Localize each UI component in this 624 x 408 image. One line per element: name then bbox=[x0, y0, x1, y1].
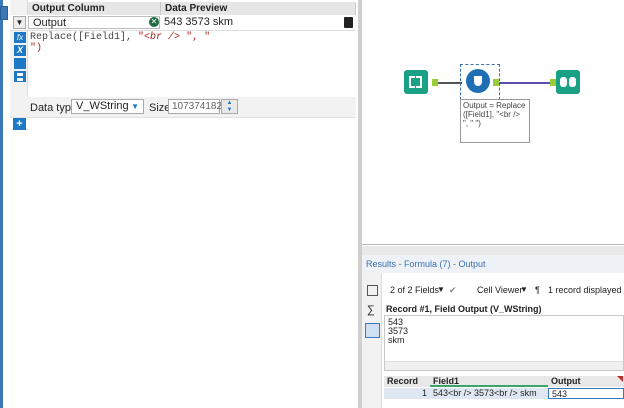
chevron-down-icon[interactable]: ▼ bbox=[13, 16, 26, 29]
fields-dropdown-icon[interactable]: ▼ bbox=[437, 280, 445, 300]
data-type-select[interactable]: V_WString ▼ bbox=[71, 99, 144, 114]
formula-flask-icon[interactable] bbox=[466, 69, 490, 93]
save-icon[interactable] bbox=[14, 71, 26, 82]
record-line: 3573 bbox=[388, 326, 409, 336]
data-view-icon[interactable] bbox=[365, 323, 380, 338]
dropdown-arrow-icon: ▼ bbox=[131, 102, 139, 111]
apply-check-icon[interactable]: ✔ bbox=[449, 280, 457, 300]
table-row-record[interactable]: 1 bbox=[384, 388, 430, 399]
formula-editor[interactable]: Replace([Field1], "<br /> ", " ") bbox=[28, 31, 356, 99]
connection-line-2 bbox=[499, 82, 551, 84]
record-title: Record #1, Field Output (V_WString) bbox=[386, 304, 542, 314]
pilcrow-icon[interactable]: ¶ bbox=[535, 280, 540, 300]
formula-line2: ") bbox=[30, 43, 43, 54]
output-field-select[interactable]: Output bbox=[28, 16, 160, 29]
browse-binoculars-icon[interactable] bbox=[556, 70, 580, 94]
records-count: 1 record displayed bbox=[548, 285, 622, 295]
saved-expressions-icon[interactable] bbox=[14, 58, 26, 69]
size-input[interactable]: 1073741823 bbox=[168, 99, 228, 114]
data-preview-header: Data Preview bbox=[161, 2, 356, 15]
add-expression-button[interactable]: + bbox=[13, 118, 26, 130]
collapse-tab[interactable] bbox=[0, 6, 8, 20]
record-line: skm bbox=[388, 335, 405, 345]
field-changed-flag bbox=[617, 376, 623, 382]
results-title: Results - Formula (7) - Output bbox=[362, 255, 624, 273]
add-row-bar bbox=[10, 117, 356, 129]
results-splitter[interactable] bbox=[362, 246, 624, 255]
cell-viewer-dropdown-icon[interactable]: ▼ bbox=[520, 280, 528, 300]
formula-function: Replace([Field1], bbox=[30, 32, 139, 43]
data-type-value: V_WString bbox=[76, 100, 129, 112]
table-row-output[interactable]: 543 bbox=[548, 388, 624, 399]
table-view-icon[interactable] bbox=[367, 285, 378, 296]
connection-line-1 bbox=[438, 82, 462, 84]
size-stepper[interactable]: ▲ ▼ bbox=[221, 99, 238, 114]
cell-viewer-button[interactable]: Cell Viewer bbox=[477, 280, 522, 300]
valid-check-icon: ✕ bbox=[149, 17, 159, 27]
grid-header-field1[interactable]: Field1 bbox=[430, 376, 548, 387]
grid-header-output[interactable]: Output bbox=[548, 376, 624, 387]
fields-selector[interactable]: 2 of 2 Fields bbox=[390, 280, 439, 300]
metadata-icon[interactable]: ∑ bbox=[367, 305, 378, 316]
data-preview-value: 543 3573 skm bbox=[164, 16, 234, 28]
tool-annotation: Output = Replace ([Field1], "<br /> ", "… bbox=[460, 99, 530, 143]
variable-icon[interactable]: X bbox=[14, 45, 26, 56]
horizontal-scrollbar[interactable] bbox=[385, 361, 623, 370]
grid-header-record[interactable]: Record bbox=[384, 376, 430, 387]
output-column-header: Output Column bbox=[28, 2, 161, 15]
panel-edge bbox=[0, 0, 3, 408]
table-row-field1[interactable]: 543<br /> 3573<br /> skm bbox=[430, 388, 548, 399]
trash-icon[interactable] bbox=[344, 17, 353, 28]
formula-string-rest: ", " bbox=[180, 32, 211, 43]
function-icon[interactable]: fx bbox=[14, 32, 26, 43]
formula-tag: <br /> bbox=[144, 32, 181, 43]
record-line: 543 bbox=[388, 317, 404, 327]
input-book-icon[interactable] bbox=[404, 70, 428, 94]
results-toolbar: 2 of 2 Fields ▼ ✔ Cell Viewer ▼ ¶ 1 reco… bbox=[382, 280, 624, 300]
results-grid: Record Field1 Output 1 543<br /> 3573<br… bbox=[384, 376, 624, 408]
